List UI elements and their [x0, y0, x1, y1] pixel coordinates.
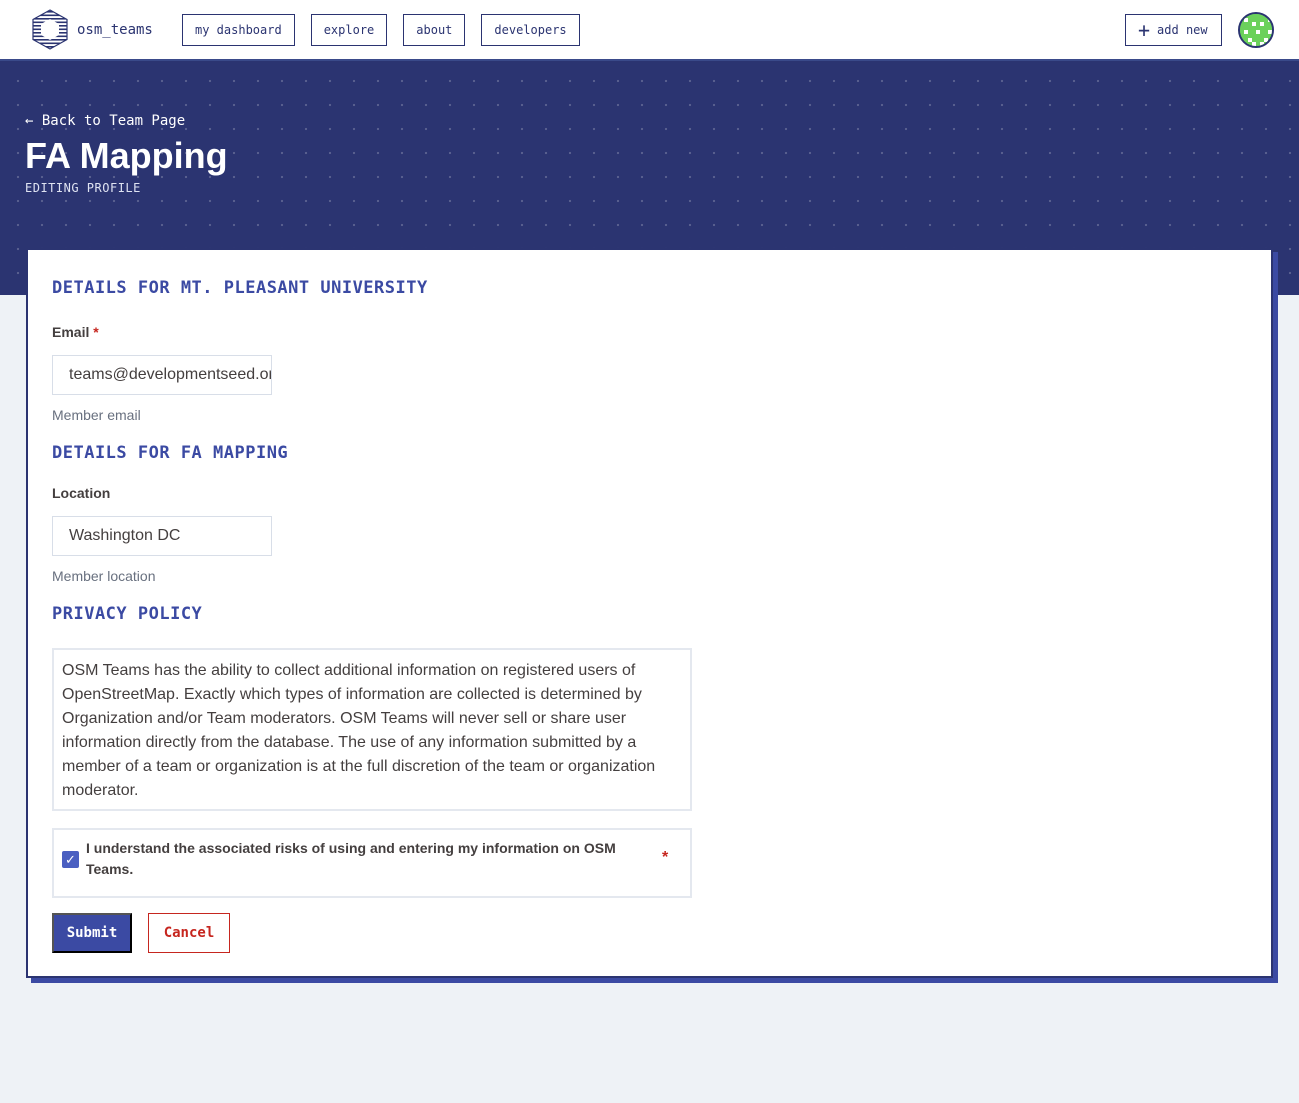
avatar[interactable]	[1238, 12, 1274, 48]
avatar-icon	[1240, 14, 1272, 46]
page-title: FA Mapping	[25, 135, 228, 176]
team-details-heading: DETAILS FOR FA MAPPING	[52, 443, 289, 463]
required-mark: *	[93, 324, 99, 340]
nav-developers[interactable]: developers	[481, 14, 580, 46]
location-help-text: Member location	[52, 568, 156, 584]
back-to-team-link[interactable]: ← Back to Team Page	[25, 113, 185, 129]
top-navigation: osm_teams my dashboard explore about dev…	[0, 0, 1299, 61]
add-new-button[interactable]: + add new	[1125, 14, 1222, 46]
nav-my-dashboard[interactable]: my dashboard	[182, 14, 295, 46]
location-field[interactable]: Washington DC	[52, 516, 272, 556]
email-field[interactable]: teams@developmentseed.org	[52, 355, 272, 395]
page-subtitle: EDITING PROFILE	[25, 181, 141, 195]
email-help-text: Member email	[52, 407, 141, 423]
submit-button[interactable]: Submit	[52, 913, 132, 953]
cancel-button[interactable]: Cancel	[148, 913, 230, 953]
brand-home-link[interactable]: osm_teams	[30, 8, 153, 52]
email-label: Email *	[52, 324, 99, 340]
add-new-label: add new	[1157, 23, 1208, 37]
plus-icon: +	[1138, 18, 1151, 42]
nav-explore[interactable]: explore	[310, 14, 388, 46]
consent-label: I understand the associated risks of usi…	[86, 840, 616, 877]
email-label-text: Email	[52, 324, 90, 340]
brand-name: osm_teams	[77, 22, 153, 38]
org-details-heading: DETAILS FOR MT. PLEASANT UNIVERSITY	[52, 278, 428, 298]
consent-required-mark: *	[662, 849, 669, 866]
edit-profile-form: DETAILS FOR MT. PLEASANT UNIVERSITY Emai…	[26, 248, 1273, 978]
consent-checkbox[interactable]: ✓	[62, 851, 79, 868]
nav-about[interactable]: about	[403, 14, 466, 46]
checkmark-icon: ✓	[65, 852, 76, 867]
location-label: Location	[52, 485, 111, 501]
main-nav: my dashboard explore about developers	[182, 14, 580, 46]
privacy-policy-text: OSM Teams has the ability to collect add…	[52, 648, 692, 811]
osm-teams-logo-icon	[32, 9, 68, 50]
consent-checkbox-row[interactable]: ✓ I understand the associated risks of u…	[52, 828, 692, 898]
privacy-policy-heading: PRIVACY POLICY	[52, 604, 203, 624]
